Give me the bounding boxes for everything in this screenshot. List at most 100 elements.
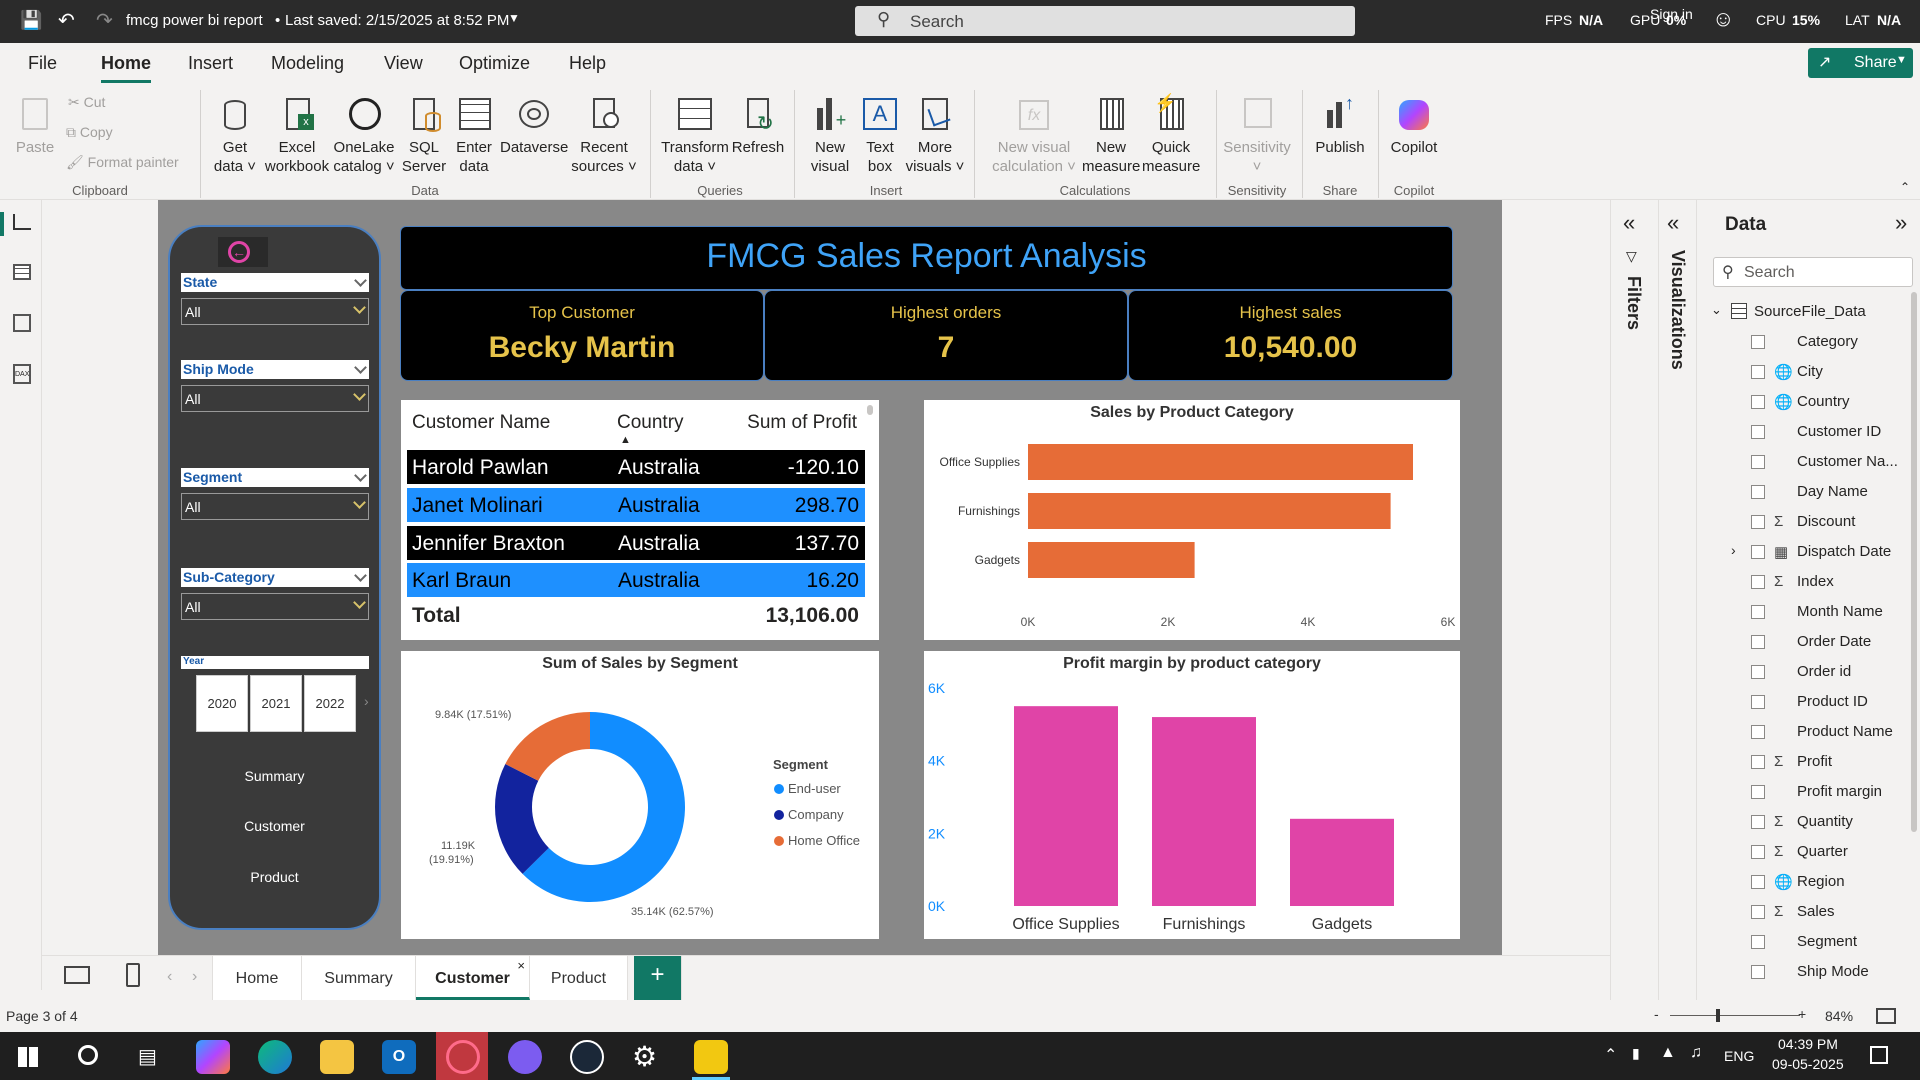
steam-icon[interactable] [570,1040,604,1074]
field-checkbox[interactable] [1751,755,1765,769]
field-category[interactable]: Category [1697,328,1920,358]
outlook-icon[interactable]: O [382,1040,416,1074]
battery-icon[interactable]: ▮ [1632,1045,1640,1062]
settings-gear-icon[interactable]: ⚙ [632,1040,657,1073]
menu-home[interactable]: Home [101,53,152,83]
profit-margin-chart[interactable]: Profit margin by product category 0K 2K 4K… [924,651,1460,939]
field-checkbox[interactable] [1751,665,1765,679]
chevron-right-icon[interactable]: › [1731,542,1736,558]
more-visuals-button[interactable]: More visuals ˅ [904,94,966,176]
app-icon[interactable] [446,1040,480,1074]
network-icon[interactable]: ▲ [1660,1044,1676,1062]
new-measure-button[interactable]: New measure [1082,94,1140,176]
enter-data-button[interactable]: Enter data [450,94,498,176]
field-profit[interactable]: Σ Profit [1697,748,1920,778]
field-checkbox[interactable] [1751,845,1765,859]
power-bi-icon[interactable] [694,1040,728,1074]
collapse-ribbon-icon[interactable]: ⌃ [1900,180,1910,194]
field-checkbox[interactable] [1751,395,1765,409]
nav-product-button[interactable]: Product [170,869,379,885]
field-checkbox[interactable] [1751,695,1765,709]
field-dispatch-date[interactable]: › ▦ Dispatch Date [1697,538,1920,568]
page-tab-home[interactable]: Home [212,956,302,1000]
field-checkbox[interactable] [1751,425,1765,439]
chevron-left-icon[interactable]: ‹ [167,968,172,986]
publish-button[interactable]: ↑ Publish [1310,94,1370,157]
field-discount[interactable]: Σ Discount [1697,508,1920,538]
page-tab-customer[interactable]: Customer × [416,956,530,1000]
field-profit-margin[interactable]: Profit margin [1697,778,1920,808]
field-region[interactable]: 🌐 Region [1697,868,1920,898]
field-product-name[interactable]: Product Name [1697,718,1920,748]
desktop-layout-icon[interactable] [64,966,90,984]
field-checkbox[interactable] [1751,515,1765,529]
menu-insert[interactable]: Insert [188,53,233,74]
table-row[interactable]: Harold Pawlan Australia -120.10 [407,450,865,484]
menu-view[interactable]: View [384,53,423,74]
volume-icon[interactable]: ♫ [1690,1044,1702,1062]
state-slicer-dropdown[interactable]: All [181,298,369,325]
field-month-name[interactable]: Month Name [1697,598,1920,628]
copy-button[interactable]: ⧉ Copy [66,124,113,141]
sign-in-link[interactable]: Sign in [1650,6,1693,22]
chevron-down-icon[interactable]: ⌄ [1711,302,1722,318]
field-country[interactable]: 🌐 Country [1697,388,1920,418]
copilot-app-icon[interactable] [196,1040,230,1074]
field-checkbox[interactable] [1751,575,1765,589]
transform-data-button[interactable]: Transform data ˅ [660,94,730,176]
table-sourcefile-data[interactable]: ⌄ SourceFile_Data [1697,298,1920,328]
menu-file[interactable]: File [28,53,57,74]
account-icon[interactable]: ☺ [1712,6,1734,32]
field-order-date[interactable]: Order Date [1697,628,1920,658]
dataverse-button[interactable]: Dataverse [500,94,568,157]
table-row[interactable]: Jennifer Braxton Australia 137.70 [407,526,865,560]
field-quantity[interactable]: Σ Quantity [1697,808,1920,838]
zoom-slider[interactable] [1670,1015,1800,1016]
undo-icon[interactable]: ↶ [58,8,75,33]
chevron-right-icon[interactable]: › [192,968,197,986]
task-view-icon[interactable]: ▤ [138,1044,157,1069]
excel-workbook-button[interactable]: x Excel workbook [262,94,332,176]
paste-button[interactable]: Paste [12,94,58,157]
windows-start-icon[interactable] [18,1047,38,1067]
sensitivity-button[interactable]: Sensitivity ˅ [1222,94,1292,176]
field-checkbox[interactable] [1751,485,1765,499]
field-customer-id[interactable]: Customer ID [1697,418,1920,448]
sql-server-button[interactable]: SQL Server [400,94,448,176]
data-search-input[interactable]: ⚲ Search [1713,257,1913,287]
close-icon[interactable]: × [517,958,525,973]
field-checkbox[interactable] [1751,815,1765,829]
field-day-name[interactable]: Day Name [1697,478,1920,508]
field-city[interactable]: 🌐 City [1697,358,1920,388]
report-view-icon[interactable] [13,214,31,230]
cut-button[interactable]: ✂ Cut [68,94,105,111]
field-quarter[interactable]: Σ Quarter [1697,838,1920,868]
table-scrollbar[interactable] [867,405,873,415]
field-product-id[interactable]: Product ID [1697,688,1920,718]
discord-icon[interactable] [508,1040,542,1074]
model-view-icon[interactable] [13,314,31,332]
field-checkbox[interactable] [1751,605,1765,619]
chevron-down-icon[interactable]: ▼ [508,11,520,25]
kpi-top-customer[interactable]: Top Customer Becky Martin [400,290,764,381]
chevron-up-icon[interactable]: ⌃ [1604,1045,1617,1065]
col-header-sum-of-profit[interactable]: Sum of Profit [747,412,857,434]
chevron-right-icon[interactable]: › [364,693,369,709]
table-view-icon[interactable] [13,264,31,280]
expand-filters-icon[interactable]: « [1623,210,1635,236]
zoom-thumb[interactable] [1716,1009,1720,1022]
format-painter-button[interactable]: 🖌 Format painter [66,154,179,171]
sub-category-slicer-dropdown[interactable]: All [181,593,369,620]
field-index[interactable]: Σ Index [1697,568,1920,598]
clock-time[interactable]: 04:39 PM [1778,1036,1838,1052]
quick-measure-button[interactable]: ⚡ Quick measure [1142,94,1200,176]
sales-by-category-chart[interactable]: Sales by Product Category Office Supplie… [924,400,1460,640]
col-header-customer-name[interactable]: Customer Name [412,412,550,434]
refresh-button[interactable]: ↻ Refresh [730,94,786,157]
field-checkbox[interactable] [1751,455,1765,469]
recent-sources-button[interactable]: Recent sources ˅ [570,94,638,176]
page-tab-product[interactable]: Product [530,956,628,1000]
data-pane-scrollbar[interactable] [1911,292,1917,832]
year-2021-button[interactable]: 2021 [250,675,302,732]
save-icon[interactable]: 💾 [20,10,42,31]
